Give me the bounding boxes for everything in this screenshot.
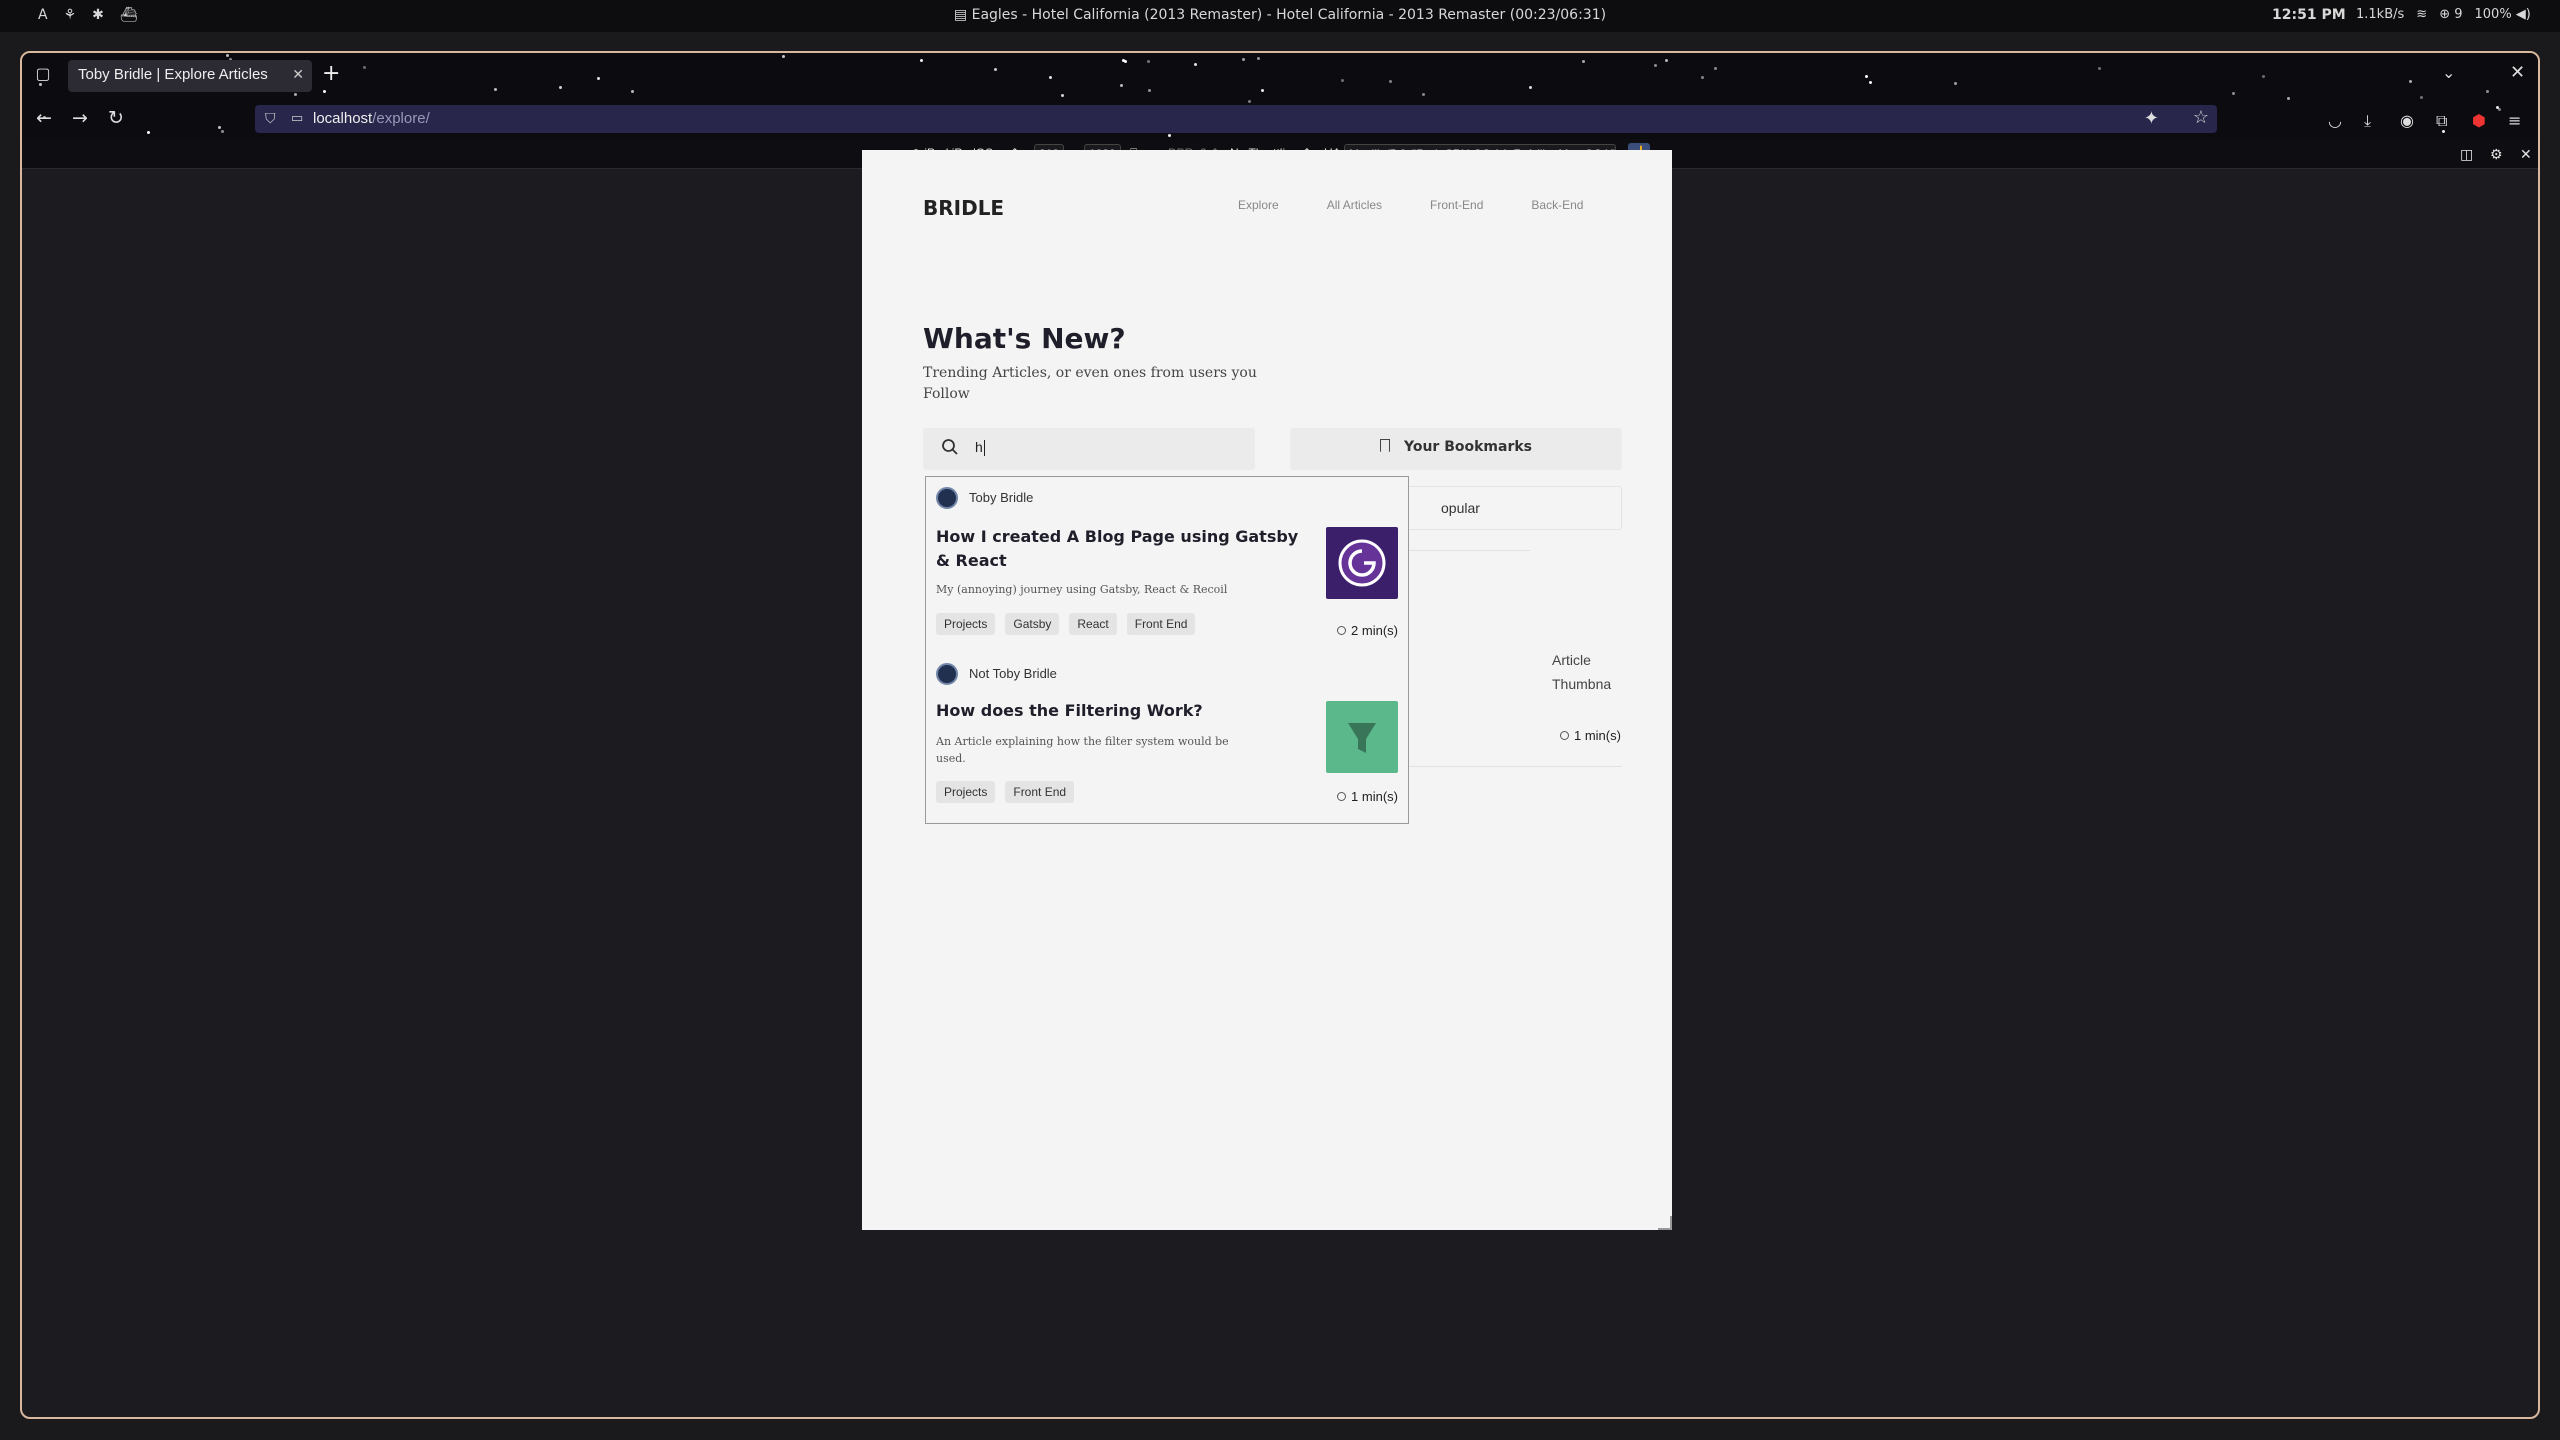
bookmark-icon [1379,439,1390,452]
chevron-down-icon[interactable]: ⌄ [2442,63,2455,82]
search-value: h [975,439,983,455]
clock-icon [1337,792,1347,801]
back-icon[interactable]: ← [36,107,52,129]
readtime-text: 1 min(s) [1351,789,1398,804]
clock-icon [1560,731,1569,740]
tab-close-icon[interactable]: ✕ [292,66,304,83]
result-readtime: 2 min(s) [1337,623,1398,638]
account-icon[interactable]: ◉ [2400,111,2414,130]
avatar [936,487,958,509]
tag[interactable]: Projects [936,781,996,803]
site-logo[interactable]: BRIDLE [923,196,1004,220]
volume-text: 100% [2474,7,2512,22]
bookmarks-label: Your Bookmarks [1403,439,1533,455]
extensions-icon[interactable]: ⧉ [2436,111,2447,131]
now-playing-text: Eagles - Hotel California (2013 Remaster… [971,7,1607,23]
readtime-text: 2 min(s) [1351,623,1398,638]
window-close-icon[interactable]: ✕ [2510,62,2525,83]
net-speed: 1.1kB/s [2356,7,2405,22]
url-text[interactable]: localhost/explore/ [313,110,430,127]
pocket-icon[interactable]: ◡ [2328,111,2342,130]
tab-title: Toby Bridle | Explore Articles [78,66,268,83]
result-description: An Article explaining how the filter sys… [936,735,1229,765]
nav-front-end[interactable]: Front-End [1430,198,1483,212]
settings-gear-icon[interactable]: ⚙ [2490,146,2503,163]
add-extension-icon[interactable]: ✦ [2144,108,2159,129]
result-title[interactable]: How does the Filtering Work? [936,699,1306,723]
reload-icon[interactable]: ↻ [108,107,124,129]
article-thumbnail-alt: Article Thumbna [1552,652,1612,692]
site-nav: Explore All Articles Front-End Back-End [1238,198,1631,212]
article-readtime: 1 min(s) [1560,728,1621,743]
nav-all-articles[interactable]: All Articles [1327,198,1382,212]
clock[interactable]: 12:51 PM [2272,7,2346,23]
result-description: My (annoying) journey using Gatsby, Reac… [936,583,1228,596]
new-tab-icon[interactable]: + [322,61,340,86]
tag[interactable]: Front End [1126,613,1196,635]
result-readtime: 1 min(s) [1337,789,1398,804]
author-name[interactable]: Toby Bridle [969,490,1033,505]
page-viewport: BRIDLE Explore All Articles Front-End Ba… [862,150,1672,1230]
page-info-icon[interactable]: ▭ [291,110,303,126]
tab-list-icon[interactable]: ▢ [32,64,54,86]
result-title[interactable]: How I created A Blog Page using Gatsby &… [936,525,1306,573]
updates-indicator[interactable]: ⊕ 9 [2439,7,2462,22]
menu-icon[interactable]: ≡ [2508,111,2521,130]
page-title: What's New? [923,322,1126,355]
bookmark-star-icon[interactable]: ☆ [2193,107,2209,128]
tag[interactable]: React [1069,613,1117,635]
shield-icon[interactable]: ⛉ [265,110,276,127]
nav-back-end[interactable]: Back-End [1531,198,1583,212]
tag-list: Projects Front End [936,781,1075,803]
url-path: /explore/ [372,110,430,127]
viewport-resize-handle[interactable] [1658,1216,1672,1230]
search-icon [942,439,958,455]
sort-filter-label: opular [1441,500,1480,516]
gatsby-logo-icon [1338,539,1386,587]
forward-icon[interactable]: → [72,107,88,129]
bookmarks-button[interactable]: Your Bookmarks [1290,428,1622,470]
author-name[interactable]: Not Toby Bridle [969,666,1057,681]
article-thumbnail[interactable] [1326,527,1398,599]
wifi-icon[interactable]: ≋ [2416,7,2427,22]
tag-list: Projects Gatsby React Front End [936,613,1196,635]
clock-icon [1337,626,1347,635]
ublock-icon[interactable]: ⬢ [2472,111,2486,130]
tag[interactable]: Front End [1005,781,1075,803]
url-bar[interactable]: ⛉ ▭ localhost/explore/ ✦ ☆ [255,105,2217,133]
page-subtitle: Trending Articles, or even ones from use… [923,365,1257,402]
tag[interactable]: Projects [936,613,996,635]
nav-explore[interactable]: Explore [1238,198,1279,212]
search-input[interactable]: h [923,428,1255,470]
funnel-icon [1348,723,1376,753]
battery-level[interactable]: 100% ◀) [2475,7,2531,22]
search-results-dropdown: Toby Bridle How I created A Blog Page us… [925,476,1409,824]
article-thumbnail[interactable] [1326,701,1398,773]
updates-count: 9 [2454,7,2463,22]
download-icon[interactable]: ⤓ [2364,111,2371,131]
readtime-text: 1 min(s) [1574,728,1621,743]
close-rdm-icon[interactable]: ✕ [2520,146,2532,163]
tab-explore-articles[interactable]: Toby Bridle | Explore Articles ✕ [68,60,312,92]
media-icon: ▤ [953,7,968,23]
url-host: localhost [313,110,373,127]
screenshot-icon[interactable]: ◫ [2460,146,2473,163]
avatar [936,663,958,685]
system-bar: A ⚘ ✱ ⛴ ▤ Eagles - Hotel California (201… [0,0,2560,32]
now-playing[interactable]: ▤ Eagles - Hotel California (2013 Remast… [0,7,2560,23]
tab-strip: ▢ Toby Bridle | Explore Articles ✕ + ⌄ ✕ [22,53,2538,99]
tag[interactable]: Gatsby [1005,613,1060,635]
